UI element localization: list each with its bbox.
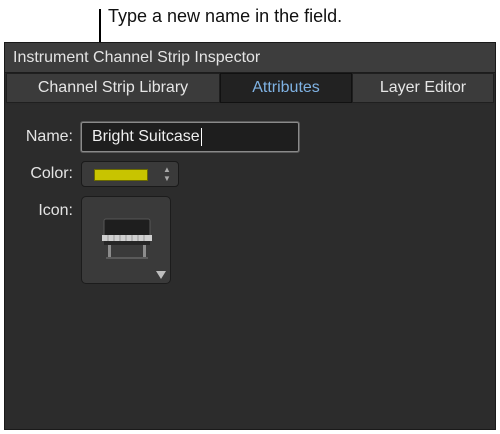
dropdown-triangle-icon (156, 271, 166, 279)
color-swatch (94, 169, 148, 181)
tab-bar: Channel Strip Library Attributes Layer E… (6, 73, 494, 103)
tab-channel-strip-library[interactable]: Channel Strip Library (6, 73, 220, 103)
color-label: Color: (30, 165, 73, 182)
stepper-arrows-icon: ▲ ▼ (163, 165, 171, 183)
callout-text: Type a new name in the field. (108, 6, 343, 26)
inspector-window: Instrument Channel Strip Inspector Chann… (4, 42, 496, 430)
attributes-panel: Name: Bright Suitcase Color: ▲ ▼ Icon: (5, 105, 495, 429)
name-field[interactable]: Bright Suitcase (81, 122, 299, 152)
text-caret (200, 127, 202, 146)
icon-picker-button[interactable] (81, 196, 171, 284)
window-title: Instrument Channel Strip Inspector (5, 43, 495, 73)
name-field-value: Bright Suitcase (92, 128, 200, 145)
icon-label: Icon: (38, 202, 73, 219)
tab-layer-editor[interactable]: Layer Editor (352, 73, 494, 103)
tab-attributes[interactable]: Attributes (220, 73, 352, 103)
name-label: Name: (25, 128, 73, 145)
electric-piano-icon (102, 218, 152, 259)
color-popup-button[interactable]: ▲ ▼ (81, 161, 179, 187)
